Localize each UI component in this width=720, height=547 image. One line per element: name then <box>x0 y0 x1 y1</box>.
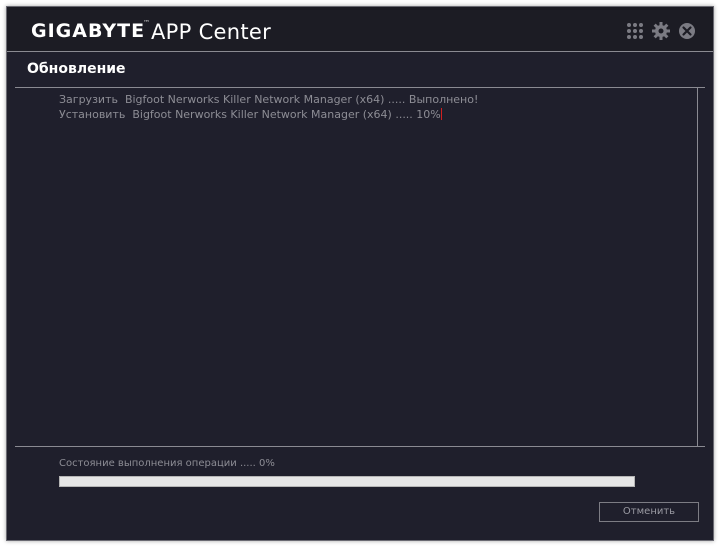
log-scrollbar-track[interactable] <box>697 88 698 446</box>
progress-bar <box>59 476 635 487</box>
close-icon[interactable] <box>677 21 697 41</box>
brand-logo: GIGABYTE <box>31 20 146 42</box>
grid-icon[interactable] <box>625 21 645 41</box>
section-separator <box>15 87 705 88</box>
app-window: GIGABYTE ™ APP Center Обновление Загрузи… <box>6 6 714 541</box>
title-bar: GIGABYTE ™ APP Center <box>7 7 713 51</box>
title-bar-controls <box>625 21 697 41</box>
title-separator <box>7 51 713 52</box>
text-caret <box>440 108 442 120</box>
footer-separator <box>15 446 705 447</box>
operation-log: Загрузить Bigfoot Nerworks Killer Networ… <box>59 92 478 122</box>
cancel-button[interactable]: Отменить <box>599 502 699 522</box>
section-title: Обновление <box>27 61 126 77</box>
log-line-install: Установить Bigfoot Nerworks Killer Netwo… <box>59 107 478 122</box>
log-line-install-text: Установить Bigfoot Nerworks Killer Netwo… <box>59 108 441 121</box>
trademark-symbol: ™ <box>143 19 150 27</box>
app-title: APP Center <box>151 20 272 44</box>
log-line-download: Загрузить Bigfoot Nerworks Killer Networ… <box>59 93 479 106</box>
gear-icon[interactable] <box>651 21 671 41</box>
operation-status-text: Состояние выполнения операции ..... 0% <box>59 458 275 469</box>
